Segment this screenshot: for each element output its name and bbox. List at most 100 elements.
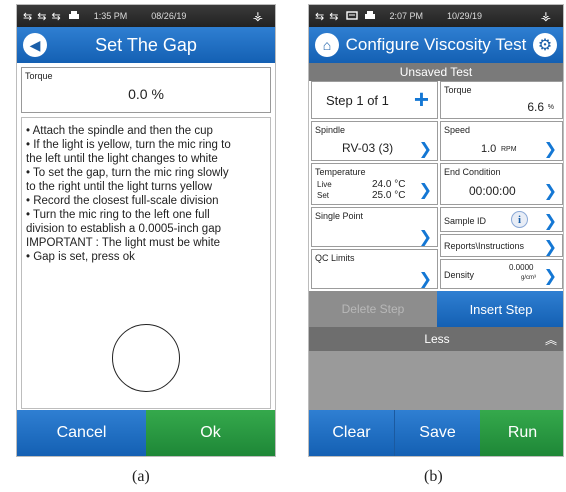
density-value: 0.0000 xyxy=(509,263,534,272)
end-condition-value: 00:00:00 xyxy=(469,184,516,198)
instruction-line: to the right until the light turns yello… xyxy=(26,181,213,193)
save-button[interactable]: Save xyxy=(394,410,480,456)
density-cell[interactable]: Density 0.0000 g/cm³ ❯ xyxy=(440,259,563,289)
instruction-line: IMPORTANT : The light must be white xyxy=(26,237,221,249)
chevron-right-icon: ❯ xyxy=(543,183,557,200)
chevron-right-icon: ❯ xyxy=(418,229,432,246)
run-button[interactable]: Run xyxy=(480,410,563,456)
sample-id-cell[interactable]: Sample ID i ❯ xyxy=(440,207,563,232)
panel-a-screen: ⇆ ⇆ ⇆ 1:35 PM 08/26/19 ⚶ ◀ Set The Gap T… xyxy=(16,4,276,457)
printer-icon xyxy=(364,10,376,23)
brookfield-icon: ⚶ xyxy=(540,9,551,23)
speed-label: Speed xyxy=(444,125,471,135)
qc-limits-cell[interactable]: QC Limits ❯ xyxy=(311,249,438,289)
chevron-right-icon: ❯ xyxy=(543,268,557,285)
end-condition-cell[interactable]: End Condition 00:00:00 ❯ xyxy=(440,163,563,205)
instruction-line: • Record the closest full-scale division xyxy=(26,195,219,207)
storage-icon xyxy=(345,10,358,23)
instruction-line: • If the light is yellow, turn the mic r… xyxy=(26,139,231,151)
spindle-value: RV-03 (3) xyxy=(342,141,394,155)
test-name-bar: Unsaved Test xyxy=(309,63,563,81)
home-button[interactable]: ⌂ xyxy=(315,33,339,57)
title-bar: ⌂ Configure Viscosity Test ⚙ xyxy=(309,27,563,63)
instruction-line: • Gap is set, press ok xyxy=(26,251,135,263)
status-time: 1:35 PM xyxy=(93,11,128,21)
gear-icon: ⚙ xyxy=(537,37,553,54)
step-cell[interactable]: Step 1 of 1 + xyxy=(311,81,438,119)
chevron-right-icon: ❯ xyxy=(418,182,432,199)
status-date: 08/26/19 xyxy=(151,11,187,21)
caption-a: (a) xyxy=(132,468,150,485)
page-title: Configure Viscosity Test xyxy=(345,35,527,54)
settings-button[interactable]: ⚙ xyxy=(533,33,557,57)
qc-limits-label: QC Limits xyxy=(315,253,355,263)
delete-step-button[interactable]: Delete Step xyxy=(309,291,437,327)
temp-set-value: 25.0 °C xyxy=(372,190,406,201)
single-point-label: Single Point xyxy=(315,211,364,221)
density-label: Density xyxy=(444,270,475,280)
back-button[interactable]: ◀ xyxy=(23,33,47,57)
status-bar: ⇆ ⇆ 2:07 PM 10/29/19 ⚶ xyxy=(309,5,563,27)
torque-cell: Torque 6.6 % xyxy=(440,81,563,119)
printer-icon xyxy=(68,10,80,23)
reports-instructions-cell[interactable]: Reports\Instructions ❯ xyxy=(440,234,563,257)
instructions-box: • Attach the spindle and then the cup • … xyxy=(21,117,271,409)
less-toggle[interactable]: Less ︽ xyxy=(309,327,563,351)
speed-unit: RPM xyxy=(501,146,517,153)
title-bar: ◀ Set The Gap xyxy=(17,27,275,63)
torque-label: Torque xyxy=(444,85,472,95)
chevron-up-icon: ︽ xyxy=(544,333,557,347)
chevron-right-icon: ❯ xyxy=(418,271,432,288)
instruction-line: division to establish a 0.0005-inch gap xyxy=(26,223,221,235)
single-point-cell[interactable]: Single Point ❯ xyxy=(311,207,438,247)
instruction-line: • Attach the spindle and then the cup xyxy=(26,125,213,137)
caption-b: (b) xyxy=(424,468,443,485)
speed-cell[interactable]: Speed 1.0 RPM ❯ xyxy=(440,121,563,161)
page-title: Set The Gap xyxy=(95,34,197,55)
density-unit: g/cm³ xyxy=(521,275,536,281)
torque-label: Torque xyxy=(25,71,53,81)
chevron-right-icon: ❯ xyxy=(543,141,557,158)
temperature-cell[interactable]: Temperature Live 24.0 °C Set 25.0 °C ❯ xyxy=(311,163,438,205)
instruction-line: the left until the light changes to whit… xyxy=(26,153,218,165)
gap-indicator-light xyxy=(112,324,180,392)
end-condition-label: End Condition xyxy=(444,167,501,177)
sample-id-label: Sample ID xyxy=(444,216,487,226)
step-label: Step 1 of 1 xyxy=(326,93,389,108)
instruction-line: • To set the gap, turn the mic ring slow… xyxy=(26,167,229,179)
torque-unit: % xyxy=(547,104,554,111)
action-bar: Clear Save Run xyxy=(309,410,563,456)
action-bar: Cancel Ok xyxy=(17,410,275,456)
chevron-right-icon: ❯ xyxy=(543,213,557,230)
settings-grid: Step 1 of 1 + Torque 6.6 % Spindle RV-03… xyxy=(309,81,563,289)
empty-area xyxy=(309,351,563,411)
temp-live-label: Live xyxy=(317,180,332,189)
instruction-line: • Turn the mic ring to the left one full xyxy=(26,209,210,221)
step-actions: Delete Step Insert Step xyxy=(309,291,563,327)
usb-icon: ⇆ ⇆ xyxy=(315,10,340,23)
less-label: Less xyxy=(424,332,450,346)
brookfield-icon: ⚶ xyxy=(252,9,263,23)
home-icon: ⌂ xyxy=(322,37,332,53)
ok-button[interactable]: Ok xyxy=(146,410,275,456)
plus-icon[interactable]: + xyxy=(414,86,429,112)
clear-button[interactable]: Clear xyxy=(309,410,394,456)
speed-value: 1.0 xyxy=(481,143,497,155)
temperature-label: Temperature xyxy=(315,167,366,177)
spindle-cell[interactable]: Spindle RV-03 (3) ❯ xyxy=(311,121,438,161)
temp-set-label: Set xyxy=(317,191,330,200)
torque-readout: Torque 0.0 % xyxy=(21,67,271,113)
arrow-left-icon: ◀ xyxy=(29,36,41,53)
reports-label: Reports\Instructions xyxy=(444,241,525,251)
usb-icon: ⇆ ⇆ ⇆ xyxy=(23,10,62,23)
torque-value: 6.6 xyxy=(527,100,544,114)
info-icon[interactable]: i xyxy=(511,211,528,228)
status-time: 2:07 PM xyxy=(389,11,424,21)
chevron-right-icon: ❯ xyxy=(418,141,432,158)
cancel-button[interactable]: Cancel xyxy=(17,410,146,456)
spindle-label: Spindle xyxy=(315,125,346,135)
temp-live-value: 24.0 °C xyxy=(372,179,406,190)
status-date: 10/29/19 xyxy=(447,11,483,21)
insert-step-button[interactable]: Insert Step xyxy=(437,291,563,327)
status-bar: ⇆ ⇆ ⇆ 1:35 PM 08/26/19 ⚶ xyxy=(17,5,275,27)
